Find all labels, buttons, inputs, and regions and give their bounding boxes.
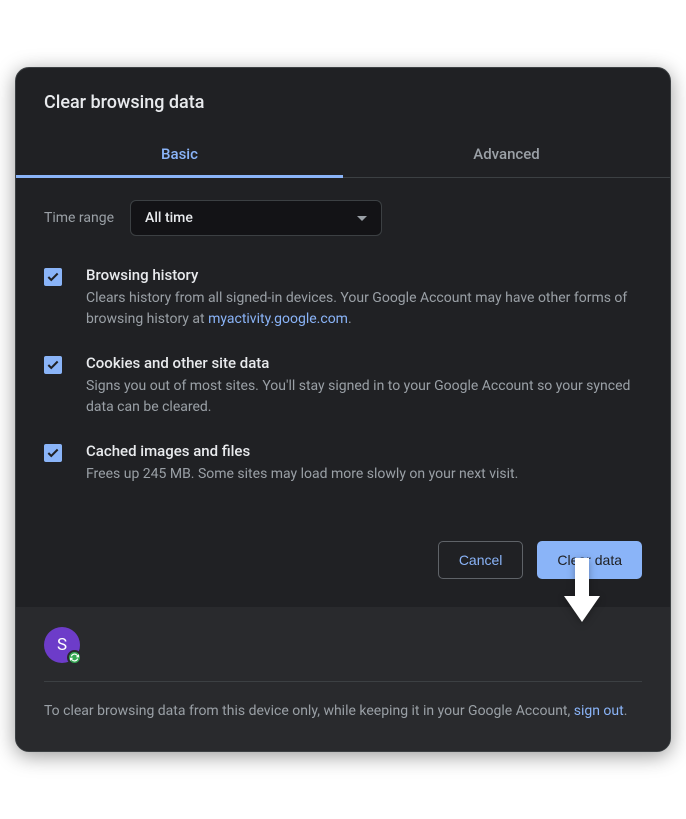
time-range-label: Time range bbox=[44, 210, 114, 226]
option-desc: Clears history from all signed-in device… bbox=[86, 288, 642, 330]
dialog-buttons: Cancel Clear data bbox=[16, 517, 670, 607]
dialog-title: Clear browsing data bbox=[16, 68, 670, 131]
avatar-row: S bbox=[44, 627, 642, 663]
tabs-container: Basic Advanced bbox=[16, 131, 670, 178]
options-list: Browsing history Clears history from all… bbox=[16, 254, 670, 517]
option-title: Cookies and other site data bbox=[86, 354, 642, 372]
checkmark-icon bbox=[46, 446, 60, 460]
time-range-row: Time range All time bbox=[16, 178, 670, 254]
checkmark-icon bbox=[46, 358, 60, 372]
sign-out-link[interactable]: sign out bbox=[574, 703, 624, 719]
time-range-select[interactable]: All time bbox=[130, 200, 382, 236]
checkmark-icon bbox=[46, 270, 60, 284]
option-title: Cached images and files bbox=[86, 442, 642, 460]
option-title: Browsing history bbox=[86, 266, 642, 284]
user-avatar[interactable]: S bbox=[44, 627, 80, 663]
option-cookies: Cookies and other site data Signs you ou… bbox=[44, 342, 642, 430]
tab-basic[interactable]: Basic bbox=[16, 131, 343, 177]
checkbox-cache[interactable] bbox=[44, 444, 62, 462]
option-content: Browsing history Clears history from all… bbox=[86, 266, 642, 330]
footer-divider bbox=[44, 681, 642, 682]
option-content: Cookies and other site data Signs you ou… bbox=[86, 354, 642, 418]
clear-data-button[interactable]: Clear data bbox=[537, 541, 642, 579]
checkbox-browsing-history[interactable] bbox=[44, 268, 62, 286]
option-cache: Cached images and files Frees up 245 MB.… bbox=[44, 430, 642, 497]
option-browsing-history: Browsing history Clears history from all… bbox=[44, 254, 642, 342]
cancel-button[interactable]: Cancel bbox=[438, 541, 524, 579]
checkbox-cookies[interactable] bbox=[44, 356, 62, 374]
option-content: Cached images and files Frees up 245 MB.… bbox=[86, 442, 642, 485]
clear-browsing-data-dialog: Clear browsing data Basic Advanced Time … bbox=[15, 67, 671, 751]
sync-badge-icon bbox=[67, 650, 82, 665]
option-desc: Frees up 245 MB. Some sites may load mor… bbox=[86, 464, 642, 485]
myactivity-link[interactable]: myactivity.google.com bbox=[208, 311, 348, 327]
tab-advanced[interactable]: Advanced bbox=[343, 131, 670, 177]
dialog-footer: S To clear browsing data from this devic… bbox=[16, 607, 670, 750]
footer-text: To clear browsing data from this device … bbox=[44, 700, 642, 722]
time-range-value: All time bbox=[145, 210, 193, 226]
chevron-down-icon bbox=[357, 216, 367, 221]
option-desc: Signs you out of most sites. You'll stay… bbox=[86, 376, 642, 418]
